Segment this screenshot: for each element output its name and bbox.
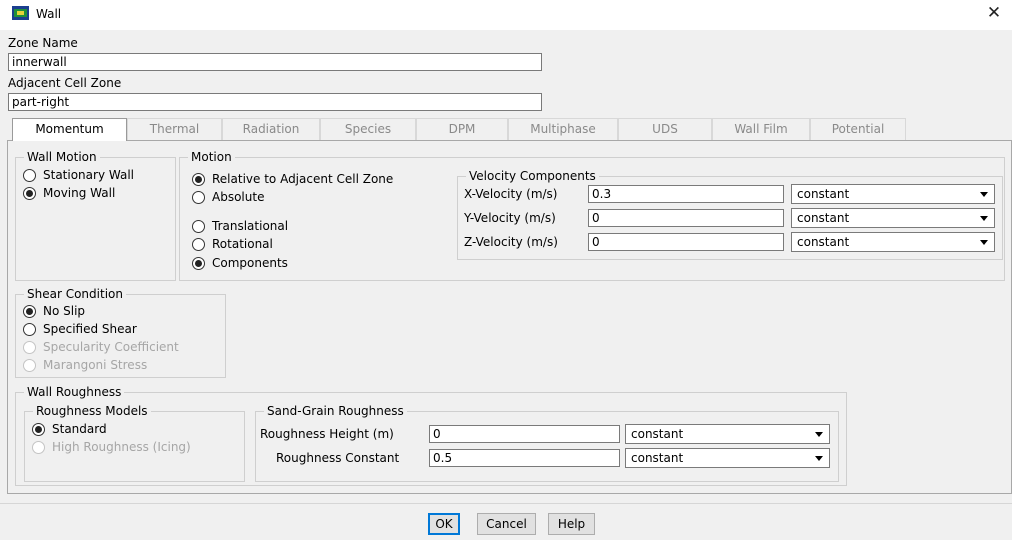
- wall-motion-group: Wall Motion Stationary Wall Moving Wall: [15, 150, 176, 281]
- chevron-down-icon: [980, 240, 988, 245]
- radio-selected-icon: [32, 422, 45, 436]
- high-roughness-radio: High Roughness (Icing): [32, 440, 191, 454]
- chevron-down-icon: [815, 456, 823, 461]
- fluent-app-icon: [12, 6, 29, 20]
- marangoni-stress-label: Marangoni Stress: [43, 358, 148, 372]
- window-title: Wall: [36, 7, 62, 21]
- components-label: Components: [212, 256, 288, 270]
- marangoni-stress-radio: Marangoni Stress: [23, 358, 147, 372]
- radio-icon: [23, 340, 36, 354]
- tab-dpm[interactable]: DPM: [416, 118, 508, 140]
- radio-icon: [23, 168, 36, 182]
- roughness-constant-method-select[interactable]: constant: [625, 448, 830, 468]
- roughness-height-input[interactable]: 0: [429, 425, 620, 443]
- moving-wall-radio[interactable]: Moving Wall: [23, 186, 115, 200]
- adjacent-cell-zone-label: Adjacent Cell Zone: [8, 76, 122, 90]
- shear-condition-title: Shear Condition: [24, 287, 126, 301]
- y-velocity-method-value: constant: [797, 211, 850, 225]
- z-velocity-method-select[interactable]: constant: [791, 232, 995, 252]
- specularity-coefficient-radio: Specularity Coefficient: [23, 340, 179, 354]
- help-button[interactable]: Help: [548, 513, 595, 535]
- wall-roughness-title: Wall Roughness: [24, 385, 125, 399]
- radio-icon: [23, 358, 36, 372]
- velocity-components-title: Velocity Components: [466, 169, 599, 183]
- roughness-constant-input[interactable]: 0.5: [429, 449, 620, 467]
- wall-roughness-group: Wall Roughness Roughness Models Standard…: [15, 385, 847, 486]
- specified-shear-label: Specified Shear: [43, 322, 137, 336]
- tab-momentum[interactable]: Momentum: [12, 118, 127, 141]
- tab-species[interactable]: Species: [320, 118, 416, 140]
- roughness-height-method-select[interactable]: constant: [625, 424, 830, 444]
- ok-button[interactable]: OK: [428, 513, 460, 535]
- chevron-down-icon: [980, 192, 988, 197]
- z-velocity-label: Z-Velocity (m/s): [464, 235, 558, 249]
- y-velocity-label: Y-Velocity (m/s): [464, 211, 556, 225]
- rotational-label: Rotational: [212, 237, 273, 251]
- wall-motion-title: Wall Motion: [24, 150, 100, 164]
- z-velocity-method-value: constant: [797, 235, 850, 249]
- rotational-radio[interactable]: Rotational: [192, 237, 273, 251]
- no-slip-label: No Slip: [43, 304, 86, 318]
- standard-roughness-label: Standard: [52, 422, 107, 436]
- chevron-down-icon: [815, 432, 823, 437]
- x-velocity-method-value: constant: [797, 187, 850, 201]
- close-icon[interactable]: ✕: [984, 3, 1004, 23]
- title-bar: Wall ✕: [0, 0, 1012, 30]
- tab-uds[interactable]: UDS: [618, 118, 712, 140]
- tab-radiation[interactable]: Radiation: [222, 118, 320, 140]
- adjacent-cell-zone-input: part-right: [8, 93, 542, 111]
- absolute-label: Absolute: [212, 190, 265, 204]
- z-velocity-input[interactable]: 0: [588, 233, 784, 251]
- chevron-down-icon: [980, 216, 988, 221]
- relative-to-adjacent-label: Relative to Adjacent Cell Zone: [212, 172, 394, 186]
- sand-grain-roughness-title: Sand-Grain Roughness: [264, 404, 407, 418]
- radio-selected-icon: [23, 186, 36, 200]
- standard-roughness-radio[interactable]: Standard: [32, 422, 107, 436]
- roughness-height-method-value: constant: [631, 427, 684, 441]
- motion-group: Motion Relative to Adjacent Cell Zone Ab…: [179, 150, 1005, 281]
- tab-multiphase[interactable]: Multiphase: [508, 118, 618, 140]
- zone-name-input[interactable]: innerwall: [8, 53, 542, 71]
- motion-title: Motion: [188, 150, 235, 164]
- x-velocity-method-select[interactable]: constant: [791, 184, 995, 204]
- radio-icon: [192, 190, 205, 204]
- roughness-models-title: Roughness Models: [33, 404, 151, 418]
- roughness-constant-method-value: constant: [631, 451, 684, 465]
- y-velocity-input[interactable]: 0: [588, 209, 784, 227]
- radio-selected-icon: [192, 172, 205, 186]
- radio-selected-icon: [192, 256, 205, 270]
- relative-to-adjacent-radio[interactable]: Relative to Adjacent Cell Zone: [192, 172, 393, 186]
- moving-wall-label: Moving Wall: [43, 186, 116, 200]
- components-radio[interactable]: Components: [192, 256, 288, 270]
- roughness-constant-label: Roughness Constant: [276, 451, 400, 465]
- velocity-components-group: Velocity Components X-Velocity (m/s) 0.3…: [457, 169, 1003, 260]
- zone-name-label: Zone Name: [8, 36, 78, 50]
- absolute-radio[interactable]: Absolute: [192, 190, 264, 204]
- specularity-coefficient-label: Specularity Coefficient: [43, 340, 179, 354]
- tab-potential[interactable]: Potential: [810, 118, 906, 140]
- high-roughness-label: High Roughness (Icing): [52, 440, 191, 454]
- x-velocity-label: X-Velocity (m/s): [464, 187, 558, 201]
- specified-shear-radio[interactable]: Specified Shear: [23, 322, 137, 336]
- radio-selected-icon: [23, 304, 36, 318]
- tab-wall-film[interactable]: Wall Film: [712, 118, 810, 140]
- no-slip-radio[interactable]: No Slip: [23, 304, 85, 318]
- roughness-height-label: Roughness Height (m): [260, 427, 394, 441]
- y-velocity-method-select[interactable]: constant: [791, 208, 995, 228]
- sand-grain-roughness-group: Sand-Grain Roughness Roughness Height (m…: [255, 404, 839, 482]
- shear-condition-group: Shear Condition No Slip Specified Shear …: [15, 287, 226, 378]
- radio-icon: [192, 237, 205, 251]
- radio-icon: [23, 322, 36, 336]
- radio-icon: [32, 440, 45, 454]
- cancel-button[interactable]: Cancel: [477, 513, 536, 535]
- roughness-models-group: Roughness Models Standard High Roughness…: [24, 404, 245, 482]
- x-velocity-input[interactable]: 0.3: [588, 185, 784, 203]
- stationary-wall-label: Stationary Wall: [43, 168, 134, 182]
- momentum-panel: Wall Motion Stationary Wall Moving Wall …: [7, 140, 1012, 494]
- tab-thermal[interactable]: Thermal: [127, 118, 222, 140]
- radio-icon: [192, 219, 205, 233]
- translational-radio[interactable]: Translational: [192, 219, 288, 233]
- translational-label: Translational: [212, 219, 289, 233]
- stationary-wall-radio[interactable]: Stationary Wall: [23, 168, 134, 182]
